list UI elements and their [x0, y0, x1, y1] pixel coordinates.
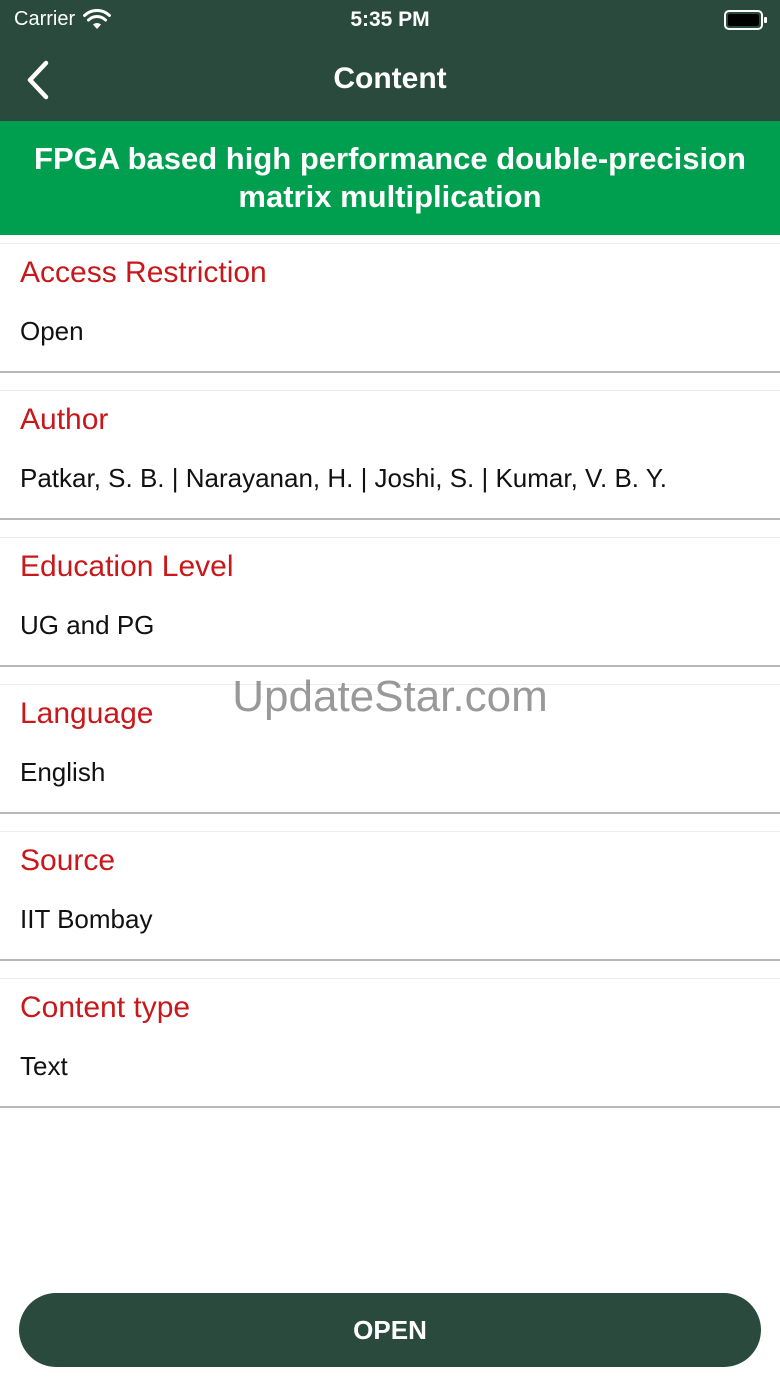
detail-value: Text	[20, 1051, 68, 1081]
detail-card-source: Source IIT Bombay	[0, 831, 780, 961]
detail-card-author: Author Patkar, S. B. | Narayanan, H. | J…	[0, 390, 780, 520]
detail-value: UG and PG	[20, 610, 155, 640]
nav-bar: Content	[0, 40, 780, 121]
detail-card-access-restriction: Access Restriction Open	[0, 243, 780, 373]
content-title-banner: FPGA based high performance double-preci…	[0, 121, 780, 235]
detail-label: Content type	[20, 991, 191, 1024]
detail-value: English	[20, 757, 106, 787]
detail-value: Patkar, S. B. | Narayanan, H. | Joshi, S…	[20, 463, 667, 493]
detail-card-education-level: Education Level UG and PG	[0, 537, 780, 667]
content-title: FPGA based high performance double-preci…	[34, 141, 746, 214]
status-time: 5:35 PM	[350, 8, 430, 31]
app-header: Carrier 5:35 PM Content	[0, 0, 780, 121]
battery-icon	[724, 10, 767, 30]
nav-title: Content	[333, 62, 447, 95]
detail-card-content-type: Content type Text	[0, 978, 780, 1108]
detail-label: Education Level	[20, 550, 234, 583]
detail-value: Open	[20, 316, 84, 346]
detail-label: Access Restriction	[20, 256, 267, 289]
status-bar: Carrier 5:35 PM	[0, 0, 780, 40]
open-button[interactable]: OPEN	[19, 1293, 761, 1367]
detail-label: Author	[20, 403, 109, 436]
detail-value: IIT Bombay	[20, 904, 153, 934]
detail-label: Source	[20, 844, 116, 877]
watermark: UpdateStar.com	[232, 672, 548, 721]
